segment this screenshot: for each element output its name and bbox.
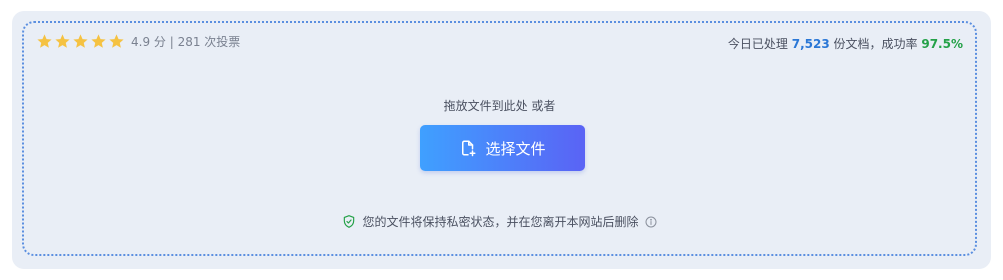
select-file-button[interactable]: 选择文件 [420,125,585,171]
upload-panel: 4.9 分 | 281 次投票 今日已处理 7,523 份文档，成功率 97.5… [12,11,991,269]
file-plus-icon [462,140,476,157]
drop-hint: 拖放文件到此处 或者 [443,99,556,113]
star-icon [55,34,70,48]
rating-bar: 4.9 分 | 281 次投票 [36,33,240,50]
star-icon [73,34,88,48]
success-rate: 97.5% [921,37,963,51]
privacy-text: 您的文件将保持私密状态，并在您离开本网站后删除 [362,215,639,229]
rating-score-text: 4.9 分 | 281 次投票 [131,35,241,49]
processing-stats: 今日已处理 7,523 份文档，成功率 97.5% [728,35,963,52]
privacy-notice: 您的文件将保持私密状态，并在您离开本网站后删除 [24,213,975,230]
stats-middle: 份文档，成功率 [833,37,918,51]
info-icon[interactable] [645,216,657,228]
stats-prefix: 今日已处理 [727,37,788,51]
select-file-label: 选择文件 [485,140,546,158]
processed-count: 7,523 [791,37,830,51]
shield-check-icon [344,215,355,228]
file-dropzone[interactable]: 4.9 分 | 281 次投票 今日已处理 7,523 份文档，成功率 97.5… [22,21,977,256]
star-icon [91,34,106,48]
rating-stars [36,33,125,50]
star-icon [109,34,124,48]
star-icon [37,34,52,48]
